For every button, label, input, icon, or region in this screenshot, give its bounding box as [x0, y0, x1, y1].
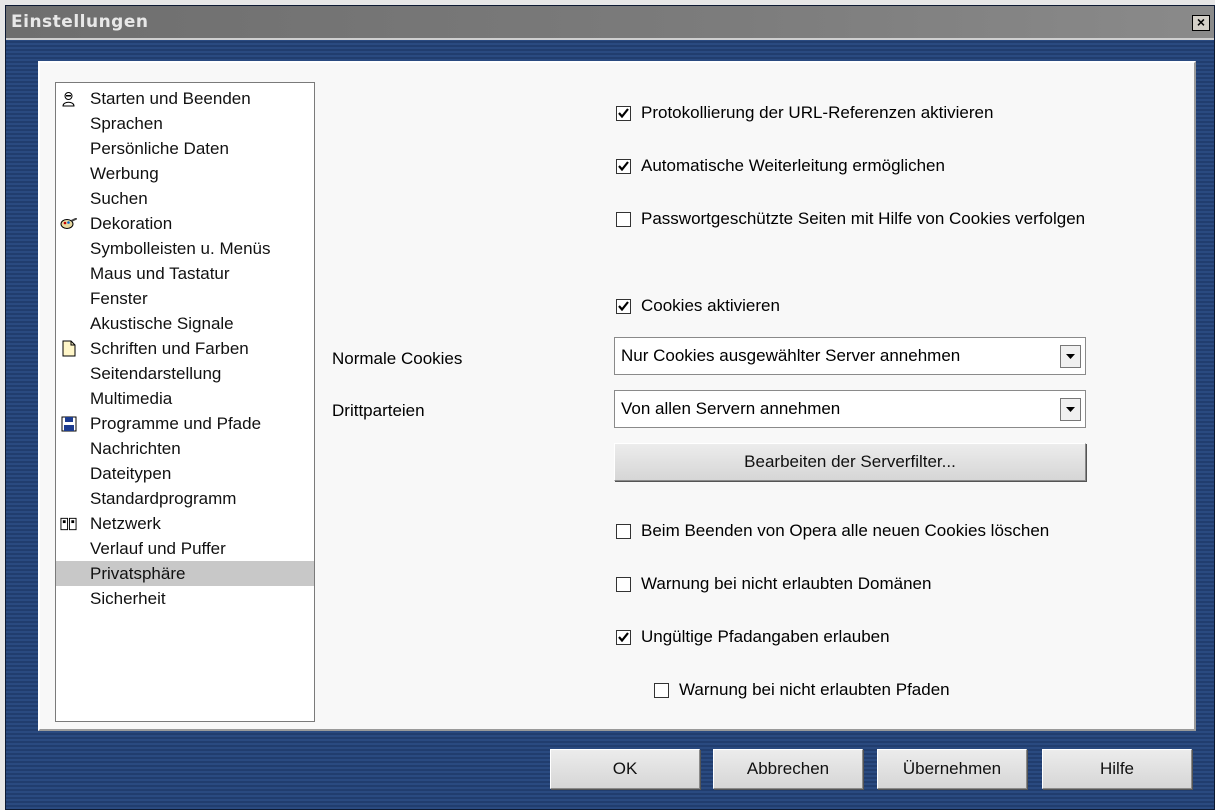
sidebar-item[interactable]: Verlauf und Puffer: [56, 536, 314, 561]
close-icon: ×: [1196, 14, 1206, 30]
delete-on-exit-checkbox[interactable]: [616, 523, 631, 539]
sidebar-item-label: Akustische Signale: [90, 314, 234, 333]
sidebar-item-label: Multimedia: [90, 389, 173, 408]
warn-paths-option[interactable]: Warnung bei nicht erlaubten Pfaden: [654, 680, 950, 700]
network-icon: [60, 515, 77, 532]
third-party-select[interactable]: Von allen Servern annehmen: [614, 390, 1086, 428]
warn-domains-checkbox[interactable]: [616, 576, 631, 592]
sidebar-item[interactable]: Dateitypen: [56, 461, 314, 486]
enable-cookies-option[interactable]: Cookies aktivieren: [616, 296, 780, 316]
url-logging-label: Protokollierung der URL-Referenzen aktiv…: [641, 103, 994, 122]
sidebar-item-label: Verlauf und Puffer: [90, 539, 226, 558]
normal-cookies-value: Nur Cookies ausgewählter Server annehmen: [621, 346, 961, 365]
allow-invalid-paths-checkbox[interactable]: [616, 629, 631, 645]
sidebar-item-label: Schriften und Farben: [90, 339, 249, 358]
auto-redirect-checkbox[interactable]: [616, 158, 631, 174]
sidebar-item[interactable]: Multimedia: [56, 386, 314, 411]
sidebar-item-label: Dateitypen: [90, 464, 172, 483]
checkmark-icon: [618, 161, 629, 171]
person-icon: [60, 90, 77, 107]
sidebar-item-label: Dekoration: [90, 214, 173, 233]
normal-cookies-label: Normale Cookies: [332, 349, 463, 368]
url-logging-option[interactable]: Protokollierung der URL-Referenzen aktiv…: [616, 103, 993, 123]
help-button[interactable]: Hilfe: [1042, 749, 1192, 789]
sidebar-item-label: Nachrichten: [90, 439, 181, 458]
sidebar-item-label: Seitendarstellung: [90, 364, 222, 383]
sidebar-item-label: Werbung: [90, 164, 159, 183]
sidebar-item-label: Netzwerk: [90, 514, 161, 533]
paint-icon: [60, 215, 77, 232]
third-party-label: Drittparteien: [332, 401, 425, 420]
document-icon: [60, 340, 77, 357]
sidebar-item-label: Symbolleisten u. Menüs: [90, 239, 271, 258]
sidebar-item-label: Maus und Tastatur: [90, 264, 230, 283]
sidebar-item[interactable]: Privatsphäre: [56, 561, 314, 586]
sidebar-item[interactable]: Sicherheit: [56, 586, 314, 611]
allow-invalid-paths-label: Ungültige Pfadangaben erlauben: [641, 627, 890, 646]
enable-cookies-label: Cookies aktivieren: [641, 296, 780, 315]
apply-button[interactable]: Übernehmen: [877, 749, 1027, 789]
third-party-value: Von allen Servern annehmen: [621, 399, 841, 418]
sidebar-item[interactable]: Netzwerk: [56, 511, 314, 536]
sidebar-item[interactable]: Schriften und Farben: [56, 336, 314, 361]
sidebar-item[interactable]: Maus und Tastatur: [56, 261, 314, 286]
category-tree[interactable]: Starten und Beenden Sprachen Persönliche D…: [55, 82, 315, 722]
settings-panel: Starten und Beenden Sprachen Persönliche D…: [38, 61, 1196, 731]
sidebar-item[interactable]: Sprachen: [56, 111, 314, 136]
chevron-down-icon[interactable]: [1060, 398, 1081, 421]
sidebar-item[interactable]: Werbung: [56, 161, 314, 186]
sidebar-item-label: Privatsphäre: [90, 564, 186, 583]
checkmark-icon: [618, 301, 629, 311]
sidebar-item[interactable]: Persönliche Daten: [56, 136, 314, 161]
checkmark-icon: [618, 108, 629, 118]
sidebar-item[interactable]: Suchen: [56, 186, 314, 211]
url-logging-checkbox[interactable]: [616, 105, 631, 121]
floppy-icon: [60, 415, 77, 432]
sidebar-item-label: Sicherheit: [90, 589, 166, 608]
sidebar-item[interactable]: Starten und Beenden: [56, 86, 314, 111]
sidebar-item-label: Suchen: [90, 189, 148, 208]
sidebar-item-label: Standardprogramm: [90, 489, 237, 508]
sidebar-item-label: Persönliche Daten: [90, 139, 229, 158]
normal-cookies-select[interactable]: Nur Cookies ausgewählter Server annehmen: [614, 337, 1086, 375]
sidebar-item-label: Programme und Pfade: [90, 414, 262, 433]
ok-button[interactable]: OK: [550, 749, 700, 789]
sidebar-item[interactable]: Dekoration: [56, 211, 314, 236]
sidebar-item[interactable]: Standardprogramm: [56, 486, 314, 511]
track-password-pages-label: Passwortgeschützte Seiten mit Hilfe von …: [641, 209, 1086, 228]
track-password-pages-checkbox[interactable]: [616, 211, 631, 227]
warn-domains-option[interactable]: Warnung bei nicht erlaubten Domänen: [616, 574, 931, 594]
sidebar-item[interactable]: Programme und Pfade: [56, 411, 314, 436]
sidebar-item[interactable]: Akustische Signale: [56, 311, 314, 336]
warn-paths-checkbox[interactable]: [654, 682, 669, 698]
sidebar-item[interactable]: Symbolleisten u. Menüs: [56, 236, 314, 261]
cancel-button[interactable]: Abbrechen: [713, 749, 863, 789]
warn-domains-label: Warnung bei nicht erlaubten Domänen: [641, 574, 932, 593]
close-button[interactable]: ×: [1192, 15, 1210, 31]
sidebar-item-label: Starten und Beenden: [90, 89, 251, 108]
warn-paths-label: Warnung bei nicht erlaubten Pfaden: [679, 680, 950, 699]
auto-redirect-label: Automatische Weiterleitung ermöglichen: [641, 156, 945, 175]
settings-dialog: Einstellungen × Starten und Beenden Sprac…: [5, 5, 1215, 810]
delete-on-exit-option[interactable]: Beim Beenden von Opera alle neuen Cookie…: [616, 521, 1049, 541]
window-title: Einstellungen: [11, 12, 149, 32]
delete-on-exit-label: Beim Beenden von Opera alle neuen Cookie…: [641, 521, 1050, 540]
sidebar-item[interactable]: Nachrichten: [56, 436, 314, 461]
checkmark-icon: [618, 632, 629, 642]
edit-server-filter-button[interactable]: Bearbeiten der Serverfilter...: [614, 443, 1086, 481]
sidebar-item-label: Sprachen: [90, 114, 163, 133]
auto-redirect-option[interactable]: Automatische Weiterleitung ermöglichen: [616, 156, 945, 176]
chevron-down-icon[interactable]: [1060, 345, 1081, 368]
sidebar-item-label: Fenster: [90, 289, 148, 308]
sidebar-item[interactable]: Seitendarstellung: [56, 361, 314, 386]
sidebar-item[interactable]: Fenster: [56, 286, 314, 311]
allow-invalid-paths-option[interactable]: Ungültige Pfadangaben erlauben: [616, 627, 890, 647]
enable-cookies-checkbox[interactable]: [616, 298, 631, 314]
title-bar[interactable]: Einstellungen ×: [6, 6, 1214, 40]
track-password-pages-option[interactable]: Passwortgeschützte Seiten mit Hilfe von …: [616, 209, 1085, 229]
